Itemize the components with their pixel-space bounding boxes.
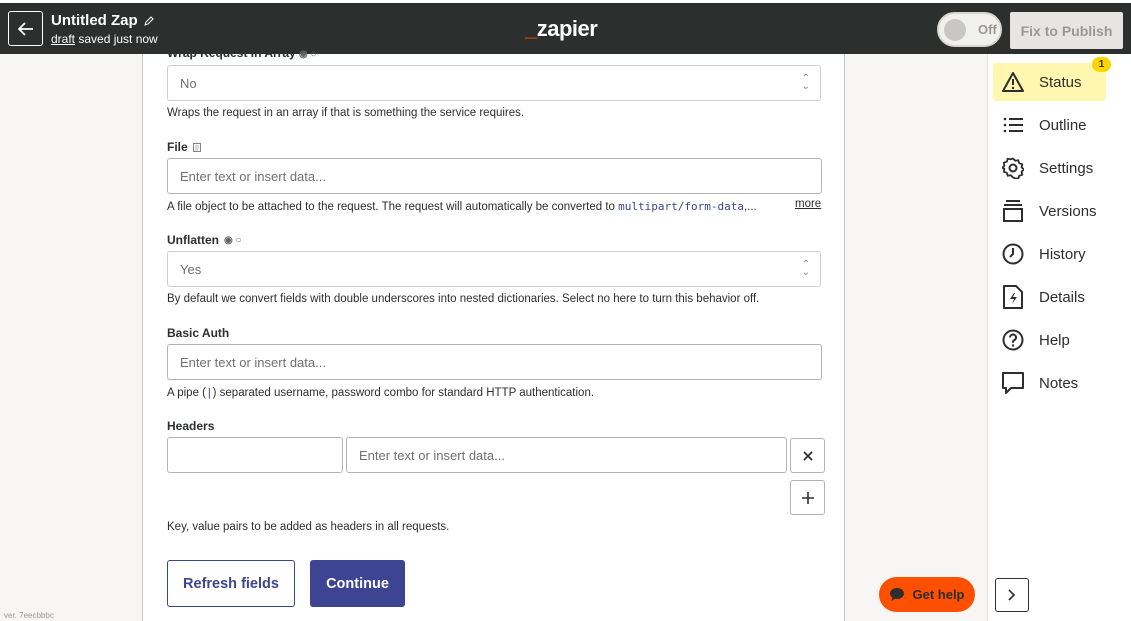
unflatten-select[interactable]: Yes ⌃ ⌄ xyxy=(167,251,821,287)
zap-title[interactable]: Untitled Zap xyxy=(51,12,154,29)
more-link[interactable]: more xyxy=(795,198,821,210)
sidebar-item-label: History xyxy=(1039,245,1086,263)
sidebar-item-label: Settings xyxy=(1039,159,1094,177)
details-icon xyxy=(1001,285,1025,309)
sidebar-item-label: Notes xyxy=(1039,374,1079,392)
add-header-button[interactable] xyxy=(790,480,825,515)
basic-auth-help: A pipe (|) separated username, password … xyxy=(167,386,594,399)
sidebar-item-help[interactable]: Help xyxy=(993,321,1106,359)
unflatten-help: By default we convert fields with double… xyxy=(167,293,760,305)
chevron-right-icon xyxy=(1008,589,1016,601)
logo-underscore: _ xyxy=(525,16,537,41)
file-help-code: multipart/form-data xyxy=(618,200,744,213)
zap-on-off-toggle[interactable]: Off xyxy=(937,12,1002,47)
expand-sidebar-button[interactable] xyxy=(995,578,1029,612)
radio-icons[interactable]: ◉ ○ xyxy=(299,49,317,60)
headers-label: Headers xyxy=(167,419,215,433)
radio-icons[interactable]: ◉ ○ xyxy=(224,235,242,246)
list-icon xyxy=(1001,113,1025,137)
wrap-request-select[interactable]: No ⌃ ⌄ xyxy=(167,65,821,101)
file-help: A file object to be attached to the requ… xyxy=(167,200,757,213)
right-sidebar: Status 1 Outline Settings Versions Histo… xyxy=(987,54,1131,621)
fix-to-publish-button[interactable]: Fix to Publish xyxy=(1010,12,1123,49)
file-label: File xyxy=(167,140,201,154)
get-help-label: Get help xyxy=(912,587,965,602)
basic-auth-help-suffix: ) separated username, password combo for… xyxy=(212,387,595,399)
wrap-request-value: No xyxy=(180,75,197,91)
sidebar-item-label: Status xyxy=(1039,73,1082,91)
save-status: draft saved just now xyxy=(51,32,158,46)
wrap-request-help: Wraps the request in an array if that is… xyxy=(167,107,525,119)
versions-icon xyxy=(1001,199,1025,223)
zap-title-text[interactable]: Untitled Zap xyxy=(51,12,138,29)
version-label: ver. 7eecbbbc xyxy=(4,611,54,620)
file-label-text: File xyxy=(167,140,188,154)
file-type-icon xyxy=(192,142,201,152)
basic-auth-help-prefix: A pipe ( xyxy=(167,387,206,399)
header-key-input[interactable] xyxy=(167,437,343,473)
back-button[interactable] xyxy=(8,11,43,46)
unflatten-label: Unflatten ◉ ○ xyxy=(167,233,242,247)
file-help-suffix: ,... xyxy=(743,201,757,213)
chat-bubble-icon xyxy=(890,588,905,601)
sidebar-item-notes[interactable]: Notes xyxy=(993,364,1106,402)
pencil-icon[interactable] xyxy=(143,15,154,26)
plus-icon xyxy=(801,491,814,504)
basic-auth-label: Basic Auth xyxy=(167,326,230,340)
unflatten-label-text: Unflatten xyxy=(167,233,219,247)
select-chevron-icon: ⌃ ⌄ xyxy=(801,73,810,92)
sidebar-item-status[interactable]: Status 1 xyxy=(993,57,1111,101)
sidebar-item-settings[interactable]: Settings xyxy=(993,149,1106,187)
sidebar-item-versions[interactable]: Versions xyxy=(993,192,1106,230)
file-help-prefix: A file object to be attached to the requ… xyxy=(167,201,619,213)
close-icon xyxy=(802,450,813,461)
arrow-left-icon xyxy=(17,21,33,36)
unflatten-value: Yes xyxy=(180,261,202,277)
get-help-button[interactable]: Get help xyxy=(879,577,975,612)
logo-text: zapier xyxy=(536,16,598,41)
notes-icon xyxy=(1001,371,1025,395)
sidebar-item-label: Details xyxy=(1039,288,1085,306)
toggle-label: Off xyxy=(978,22,997,37)
sidebar-item-outline[interactable]: Outline xyxy=(993,106,1106,144)
toggle-knob xyxy=(944,18,966,41)
refresh-fields-button[interactable]: Refresh fields xyxy=(167,560,295,607)
zapier-logo: _zapier xyxy=(525,16,598,42)
header-value-input[interactable]: Enter text or insert data... xyxy=(346,437,787,473)
file-input[interactable]: Enter text or insert data... xyxy=(167,158,822,194)
wrap-request-label-text: Wrap Request In Array xyxy=(167,46,296,60)
basic-auth-input[interactable]: Enter text or insert data... xyxy=(167,344,822,380)
select-chevron-icon: ⌃ ⌄ xyxy=(801,259,810,278)
status-badge: 1 xyxy=(1092,57,1111,72)
remove-header-button[interactable] xyxy=(790,438,825,473)
basic-auth-help-code: | xyxy=(206,386,213,399)
save-status-text: saved just now xyxy=(75,32,158,46)
question-icon xyxy=(1001,328,1025,352)
gear-icon xyxy=(1001,156,1025,180)
headers-help: Key, value pairs to be added as headers … xyxy=(167,521,450,533)
wrap-request-label: Wrap Request In Array ◉ ○ xyxy=(167,46,317,60)
sidebar-item-label: Outline xyxy=(1039,116,1087,134)
sidebar-item-history[interactable]: History xyxy=(993,235,1106,273)
clock-icon xyxy=(1001,242,1025,266)
sidebar-item-label: Help xyxy=(1039,331,1070,349)
sidebar-item-label: Versions xyxy=(1039,202,1097,220)
continue-button[interactable]: Continue xyxy=(310,560,405,607)
draft-link[interactable]: draft xyxy=(51,32,75,46)
warning-icon xyxy=(1001,70,1025,94)
step-config-panel: Wrap Request In Array ◉ ○ No ⌃ ⌄ Wraps th… xyxy=(142,46,845,621)
sidebar-item-details[interactable]: Details xyxy=(993,278,1106,316)
